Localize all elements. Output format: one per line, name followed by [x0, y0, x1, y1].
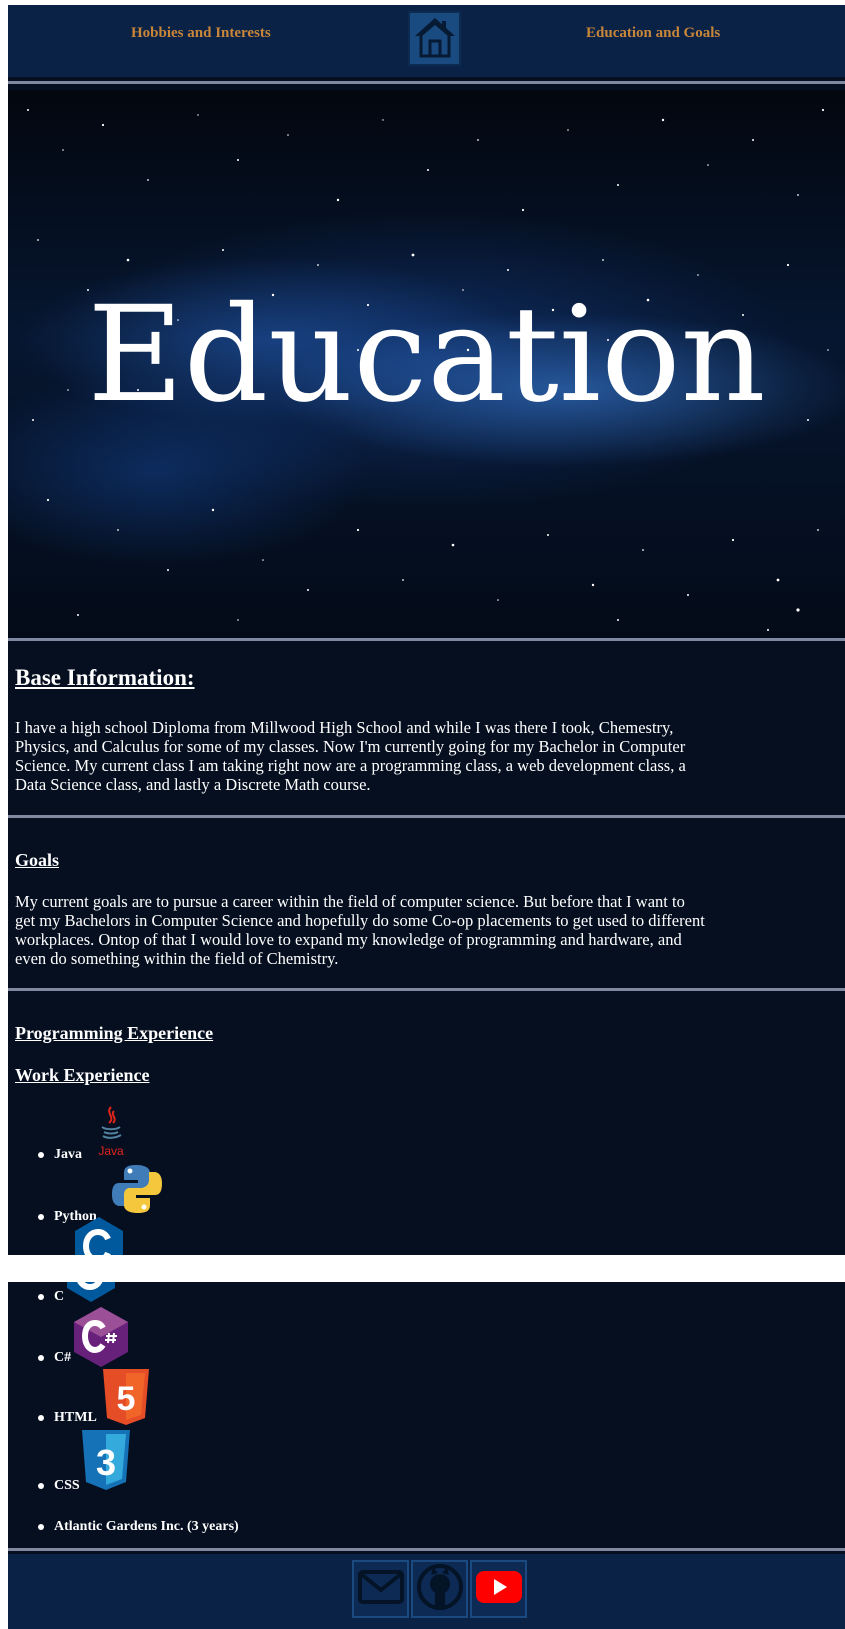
- list-bullet: [38, 1524, 44, 1530]
- list-bullet: [38, 1355, 44, 1361]
- divider: [8, 1548, 845, 1551]
- language-label: CSS: [54, 1478, 80, 1493]
- c-logo-icon: [73, 1217, 125, 1255]
- list-bullet: [38, 1483, 44, 1489]
- list-bullet: [38, 1415, 44, 1421]
- github-button[interactable]: [411, 1560, 468, 1618]
- svg-text:Java: Java: [98, 1144, 124, 1158]
- page-top-section: Hobbies and Interests Education and Goal…: [8, 5, 845, 1255]
- footer: [8, 1554, 845, 1629]
- html5-logo-icon: 5: [102, 1368, 150, 1430]
- c-logo-icon: [65, 1282, 117, 1306]
- email-button[interactable]: [352, 1560, 409, 1618]
- youtube-icon: [475, 1570, 523, 1608]
- youtube-button[interactable]: [470, 1560, 527, 1618]
- list-bullet: [38, 1152, 44, 1158]
- mail-icon: [357, 1570, 404, 1608]
- language-label: Java: [54, 1147, 82, 1162]
- csharp-logo-icon: [72, 1306, 130, 1372]
- css3-logo-icon: 3: [81, 1429, 131, 1495]
- page-bottom-section: C C# 5 HTML 3 CSS Atlantic Gardens Inc. …: [8, 1282, 845, 1629]
- list-bullet: [38, 1214, 44, 1220]
- svg-text:3: 3: [96, 1442, 116, 1483]
- language-label: C#: [54, 1350, 72, 1365]
- language-list: Java Java Python: [8, 5, 845, 1255]
- python-logo-icon: [110, 1162, 164, 1220]
- work-experience-item: Atlantic Gardens Inc. (3 years): [54, 1519, 239, 1534]
- list-bullet: [38, 1294, 44, 1300]
- github-icon: [416, 1563, 464, 1615]
- svg-text:5: 5: [117, 1380, 136, 1418]
- language-label: C: [54, 1289, 65, 1304]
- java-logo-icon: Java: [96, 1105, 126, 1167]
- language-label: HTML: [54, 1410, 97, 1425]
